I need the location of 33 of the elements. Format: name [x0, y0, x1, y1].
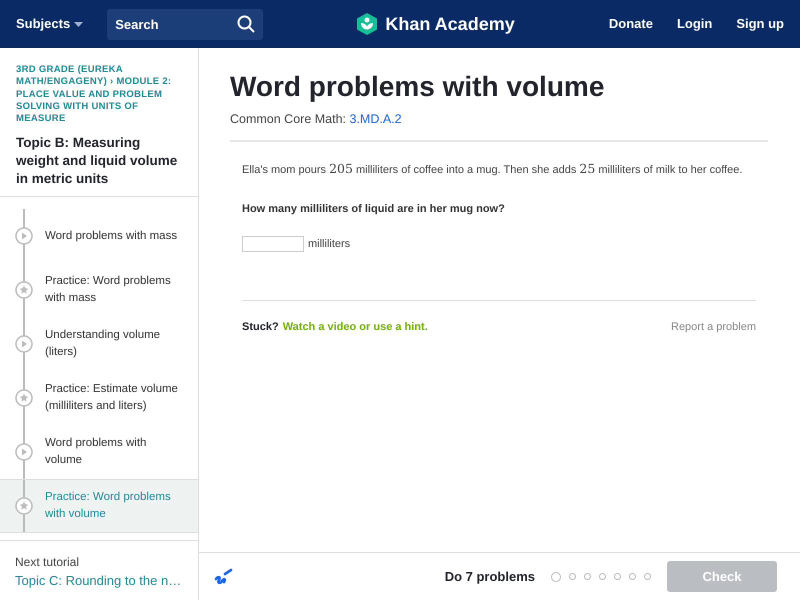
caret-icon	[74, 22, 84, 26]
problem-text: Ella's mom pours 205 milliliters of coffee into a mug. Then she adds 25 milliliters of milk to her coffee.	[242, 160, 744, 178]
question-text: How many milliliters of liquid are in her mug now?	[242, 202, 506, 218]
standard-label: Common Core Math:	[230, 112, 346, 126]
nav-link[interactable]: Sign up	[736, 14, 784, 34]
nav-link[interactable]: Login	[676, 14, 712, 34]
tutorial-item[interactable]: Word problems with mass	[0, 209, 198, 264]
tutorial-item[interactable]: Practice: Word problems with mass	[0, 263, 198, 318]
goal-text: Do 7 problems	[444, 568, 535, 586]
tutorial-item[interactable]: Practice: Estimate volume (milliliters and liters)	[0, 371, 198, 426]
unit-label: milliliters	[308, 236, 350, 252]
topic-title: Topic B: Measuring weight and liquid volume in metric units	[16, 134, 178, 188]
tutorial-item[interactable]: Understanding volume (liters)	[0, 317, 198, 372]
logo-icon	[357, 13, 378, 35]
next-tutorial-label: Next tutorial	[15, 554, 80, 570]
stuck-label: Stuck?	[242, 320, 279, 336]
breadcrumb-link[interactable]: 3RD GRADE (EUREKA MATH/ENGAGENY) › MODULE 2: PLACE VALUE AND PROBLEM SOLVING WITH UNITS OF MEASURE	[16, 64, 182, 126]
search-field[interactable]: Search	[107, 8, 264, 40]
standard-link[interactable]: 3.MD.A.2	[350, 112, 402, 126]
subjects-menu[interactable]: Subjects	[16, 14, 84, 34]
scratchpad-icon	[213, 568, 233, 586]
search-icon	[237, 14, 256, 32]
play-icon	[15, 443, 33, 462]
next-tutorial-link[interactable]: Topic C: Rounding to the n…	[15, 570, 183, 590]
tutorial-item[interactable]: Word problems with volume	[0, 425, 198, 480]
logo-text: Khan Academy	[385, 12, 515, 36]
play-icon	[15, 227, 33, 246]
page-title: Word problems with volume	[230, 70, 606, 104]
report-link[interactable]: Report a problem	[671, 319, 756, 336]
tutorial-item[interactable]: Practice: Word problems with volume	[0, 479, 198, 534]
play-icon	[15, 335, 33, 354]
answer-field[interactable]	[242, 236, 304, 252]
nav-link[interactable]: Donate	[608, 14, 653, 34]
